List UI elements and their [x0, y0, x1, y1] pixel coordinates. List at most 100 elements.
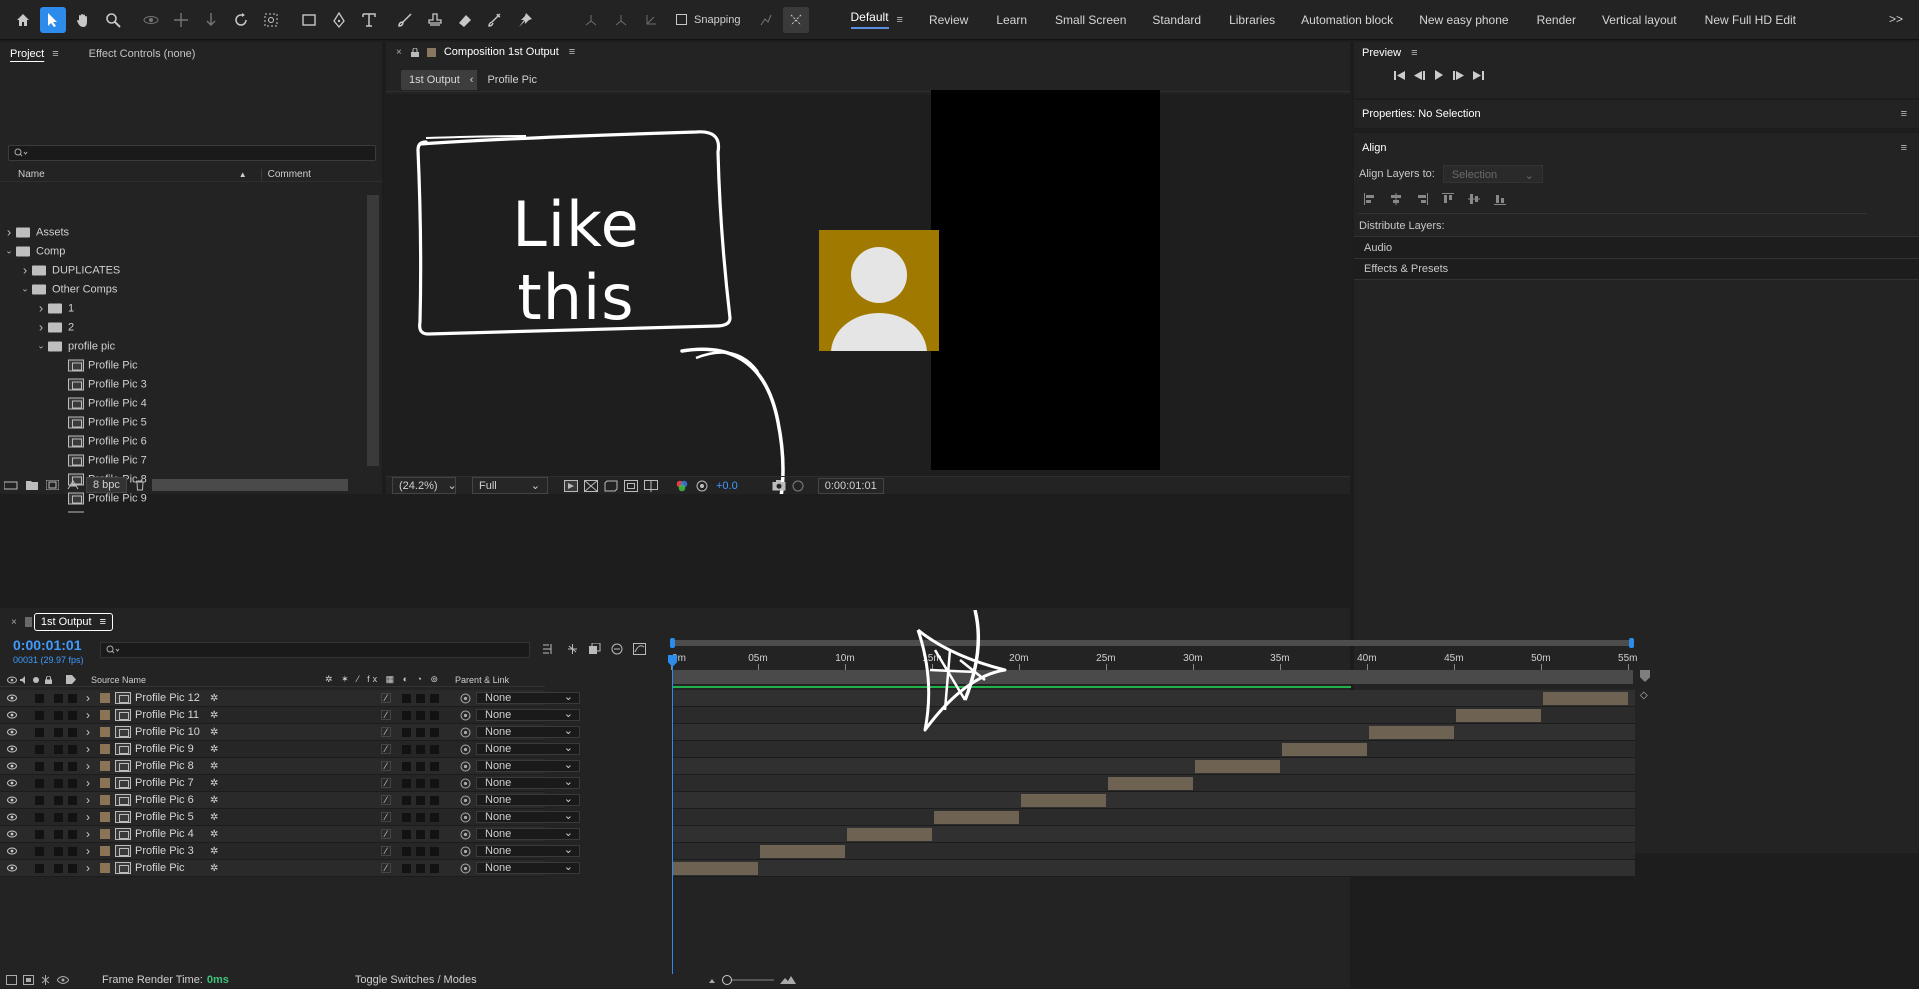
frame-blend-switch[interactable]: [416, 710, 425, 720]
expand-layer-icon[interactable]: ›: [86, 793, 96, 807]
solo-switch[interactable]: [54, 778, 63, 788]
time-ruler[interactable]: 0m 05m 10m 15m 20m 25m 30m 35m 40m 45m 50m 55m: [671, 650, 1637, 670]
fast-previews-icon[interactable]: [564, 479, 578, 492]
puppet-pin-tool-icon[interactable]: [512, 7, 538, 33]
audio-panel-title[interactable]: Audio: [1364, 242, 1392, 254]
clone-stamp-tool-icon[interactable]: [422, 7, 448, 33]
mask-visibility-icon[interactable]: [604, 480, 618, 492]
collapse-switch-icon[interactable]: ✲: [210, 761, 218, 772]
lock-switch[interactable]: [68, 829, 77, 839]
eye-icon[interactable]: [7, 830, 17, 838]
workspace-menu-icon[interactable]: ≡: [897, 14, 903, 26]
lock-switch[interactable]: [68, 795, 77, 805]
workspace-libraries[interactable]: Libraries: [1229, 13, 1275, 27]
home-icon[interactable]: [10, 7, 36, 33]
parent-dropdown[interactable]: None ⌄: [476, 743, 580, 755]
pickwhip-icon[interactable]: [460, 710, 471, 721]
layer-duration-bar[interactable]: [1368, 726, 1454, 739]
layer-row[interactable]: › Profile Pic 10 ✲ ⁄ None ⌄: [0, 724, 580, 741]
workspace-new-easy-phone[interactable]: New easy phone: [1419, 13, 1508, 27]
transfer-controls-icon[interactable]: [23, 974, 34, 985]
expand-layer-icon[interactable]: ›: [86, 691, 96, 705]
audio-switch[interactable]: [35, 778, 44, 788]
timeline-search-input[interactable]: [100, 642, 530, 658]
layer-row[interactable]: › Profile Pic 6 ✲ ⁄ None ⌄: [0, 792, 580, 809]
snapshot-icon[interactable]: [772, 480, 786, 491]
play-icon[interactable]: [1434, 70, 1444, 80]
timeline-zoom-slider[interactable]: [721, 974, 774, 985]
chevron-right-icon[interactable]: ›: [34, 320, 48, 335]
render-time-icon[interactable]: [57, 975, 69, 985]
solo-switch[interactable]: [54, 795, 63, 805]
pickwhip-icon[interactable]: [460, 829, 471, 840]
first-frame-icon[interactable]: [1394, 70, 1405, 80]
collapse-switch-icon[interactable]: ✲: [210, 710, 218, 721]
current-time-indicator[interactable]: [672, 656, 673, 974]
lock-switch[interactable]: [68, 693, 77, 703]
motion-blur-switch[interactable]: [430, 693, 439, 703]
label-color-swatch[interactable]: [100, 761, 110, 771]
label-color-swatch[interactable]: [100, 812, 110, 822]
frame-blend-switch[interactable]: [416, 829, 425, 839]
expand-layer-icon[interactable]: ›: [86, 810, 96, 824]
align-right-icon[interactable]: [1416, 193, 1428, 205]
layer-duration-bar[interactable]: [933, 811, 1019, 824]
layer-row[interactable]: › Profile Pic 5 ✲ ⁄ None ⌄: [0, 809, 580, 826]
show-snapshot-icon[interactable]: [792, 480, 804, 492]
motion-blur-icon[interactable]: [611, 643, 623, 655]
layer-name[interactable]: Profile Pic 3: [135, 845, 303, 857]
bpc-button[interactable]: 8 bpc: [86, 477, 127, 493]
frame-blend-switch[interactable]: [416, 727, 425, 737]
project-comp-item[interactable]: Profile Pic 7: [0, 451, 366, 470]
tab-project[interactable]: Project: [10, 48, 44, 60]
lock-switch[interactable]: [68, 710, 77, 720]
audio-switch[interactable]: [35, 863, 44, 873]
expand-layer-icon[interactable]: ›: [86, 776, 96, 790]
dolly-camera-icon[interactable]: [198, 7, 224, 33]
workspace-small-screen[interactable]: Small Screen: [1055, 13, 1126, 27]
collapse-switch-icon[interactable]: ✲: [210, 795, 218, 806]
frame-blending-icon[interactable]: [589, 643, 601, 655]
frame-blend-switch[interactable]: [416, 744, 425, 754]
quality-switch-icon[interactable]: ⁄: [381, 812, 391, 822]
expand-layer-icon[interactable]: ›: [86, 725, 96, 739]
workspace-standard[interactable]: Standard: [1152, 13, 1201, 27]
audio-switch[interactable]: [35, 744, 44, 754]
audio-switch[interactable]: [35, 761, 44, 771]
shy-layers-icon[interactable]: [566, 643, 579, 655]
graph-editor-icon[interactable]: [633, 643, 646, 655]
eye-icon[interactable]: [7, 762, 17, 770]
timeline-tab[interactable]: 1st Output ≡: [33, 613, 114, 631]
expand-layer-icon[interactable]: ›: [86, 844, 96, 858]
lock-switch[interactable]: [68, 744, 77, 754]
quality-switch-icon[interactable]: ⁄: [381, 846, 391, 856]
world-axis-icon[interactable]: [608, 7, 634, 33]
label-color-swatch[interactable]: [100, 744, 110, 754]
layer-row[interactable]: › Profile Pic 9 ✲ ⁄ None ⌄: [0, 741, 580, 758]
collapse-switch-icon[interactable]: ✲: [210, 778, 218, 789]
layer-name[interactable]: Profile Pic 9: [135, 743, 303, 755]
layer-name[interactable]: Profile Pic 7: [135, 777, 303, 789]
workspace-learn[interactable]: Learn: [996, 13, 1027, 27]
solo-switch[interactable]: [54, 812, 63, 822]
expand-layer-icon[interactable]: ›: [86, 742, 96, 756]
parent-dropdown[interactable]: None ⌄: [476, 828, 580, 840]
pickwhip-icon[interactable]: [460, 744, 471, 755]
next-frame-icon[interactable]: [1453, 70, 1464, 80]
frame-blend-switch[interactable]: [416, 795, 425, 805]
pickwhip-icon[interactable]: [460, 693, 471, 704]
effects-presets-title[interactable]: Effects & Presets: [1364, 263, 1448, 275]
transparency-grid-icon[interactable]: [584, 479, 598, 492]
name-column-header[interactable]: Name: [18, 169, 45, 180]
layer-duration-bar[interactable]: [1194, 760, 1280, 773]
eye-icon[interactable]: [7, 728, 17, 736]
project-folder[interactable]: ⌄ Comp: [0, 242, 366, 261]
effect-switch[interactable]: [402, 727, 411, 737]
label-color-swatch[interactable]: [100, 863, 110, 873]
eye-icon[interactable]: [7, 796, 17, 804]
zoom-tool-icon[interactable]: [100, 7, 126, 33]
selection-tool-icon[interactable]: [40, 6, 66, 33]
project-comp-item[interactable]: Profile Pic 6: [0, 432, 366, 451]
project-comp-item[interactable]: Profile Pic 3: [0, 375, 366, 394]
trash-icon[interactable]: [135, 480, 145, 491]
